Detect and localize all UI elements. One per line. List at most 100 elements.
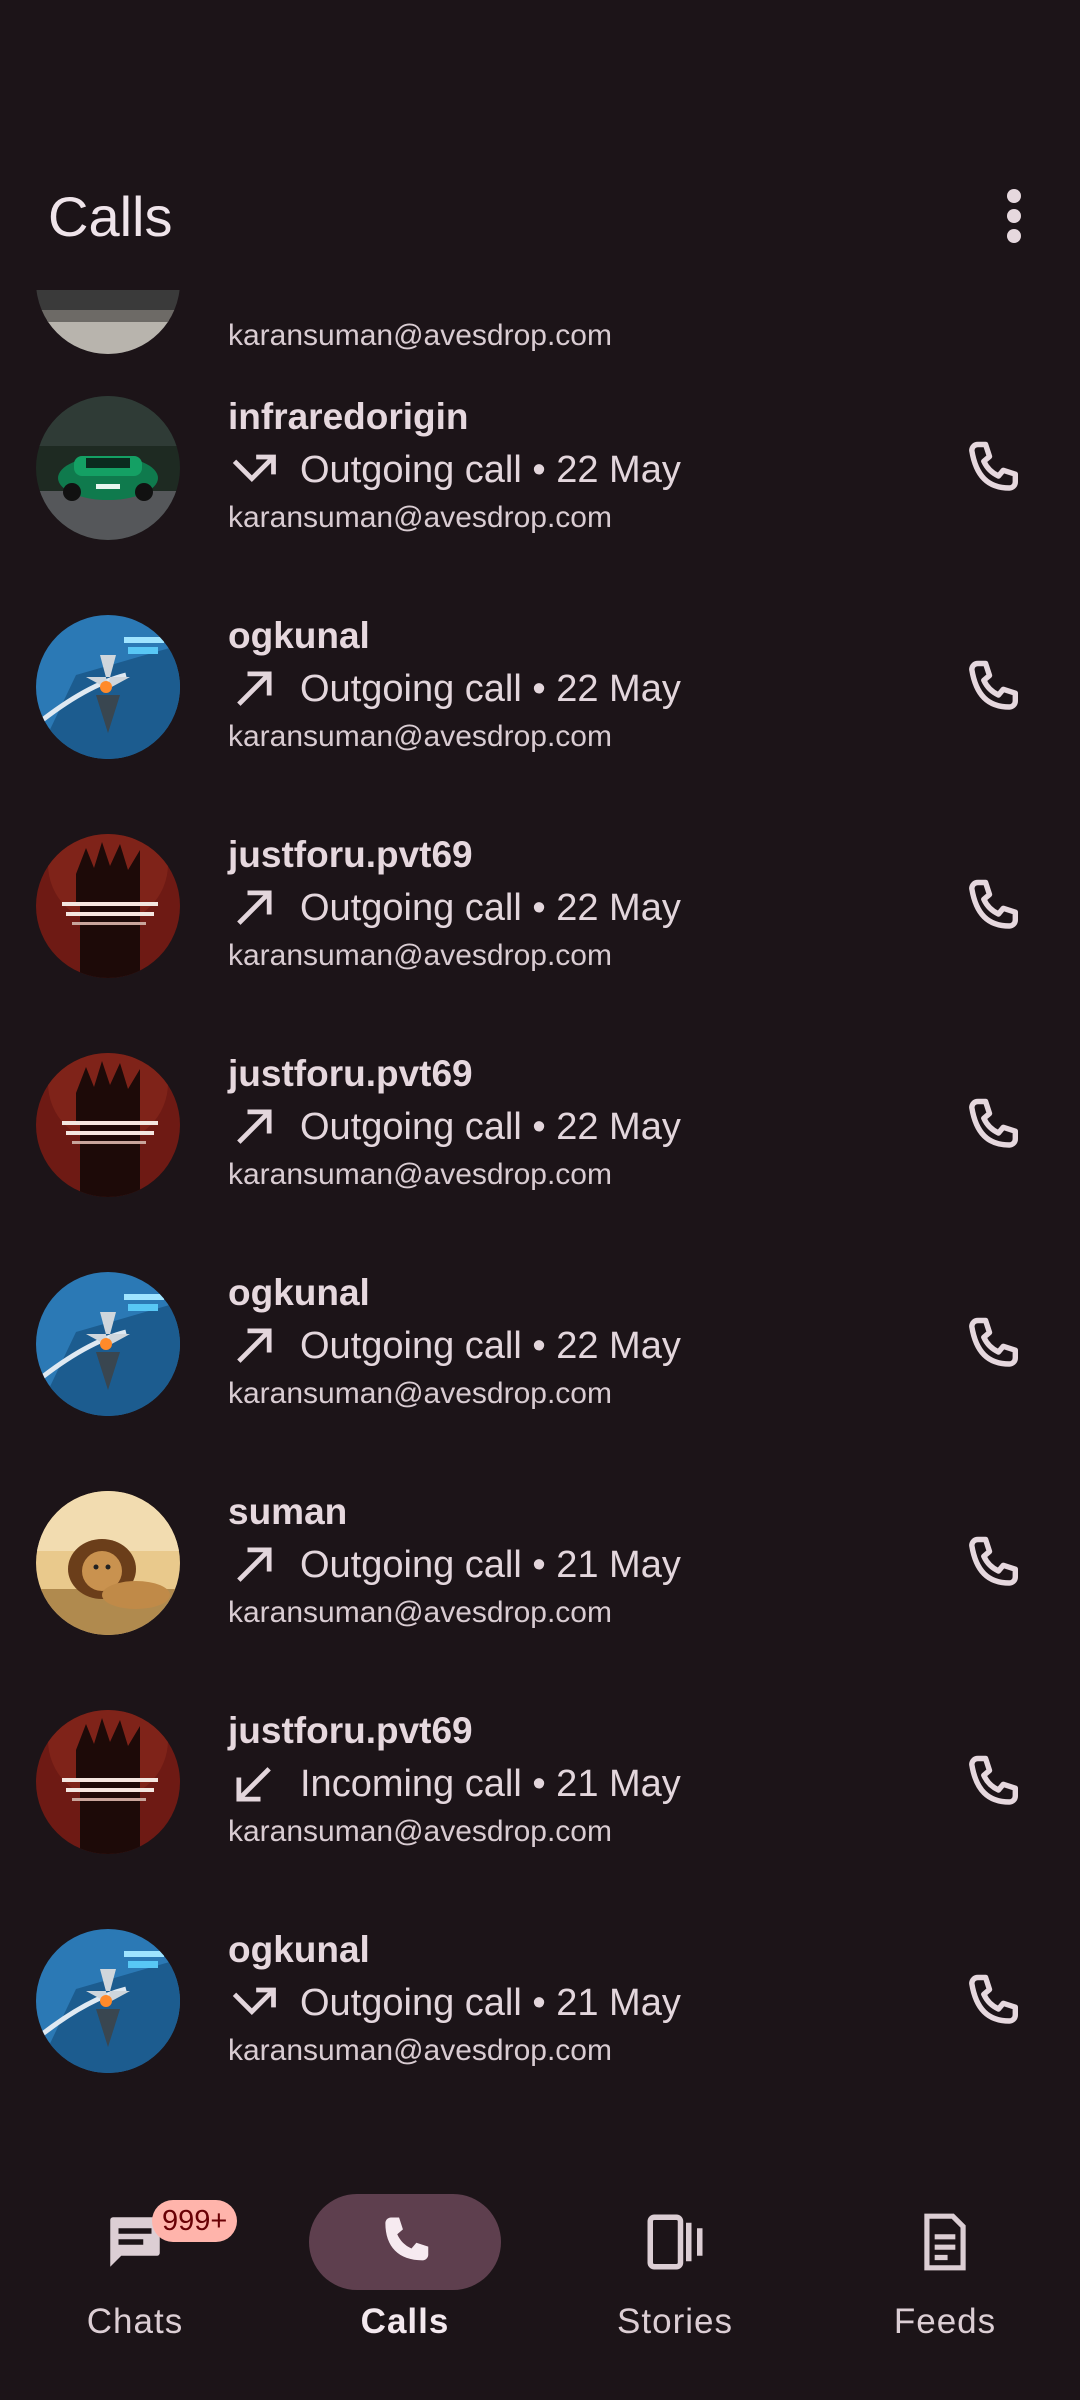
call-button[interactable]: [952, 1304, 1036, 1388]
top-app-bar: Calls: [0, 150, 1080, 290]
call-email: karansuman@avesdrop.com: [228, 1377, 612, 1410]
avatar: [36, 290, 180, 354]
avatar: [36, 834, 180, 978]
call-log-row[interactable]: justforu.pvt69 Outgoing call • 22 May ka…: [0, 1017, 1080, 1236]
call-info: justforu.pvt69 Incoming call • 21 May ka…: [228, 1708, 920, 1852]
call-button[interactable]: [952, 1742, 1036, 1826]
call-log-row[interactable]: ogkunal Outgoing call • 21 May karansuma…: [0, 1893, 1080, 2112]
outgoing-missed-call-icon: [228, 1977, 300, 2029]
contact-name: infraredorigin: [228, 396, 469, 437]
feeds-icon: [924, 2213, 966, 2271]
contact-name: ogkunal: [228, 1272, 370, 1313]
call-log-row[interactable]: justforu.pvt69 Incoming call • 21 May ka…: [0, 1674, 1080, 1893]
call-info: ogkunal Outgoing call • 21 May karansuma…: [228, 1927, 920, 2071]
incoming-call-icon: [228, 1758, 300, 1810]
calls-screen: Calls karansuman@avesdrop.com infraredor…: [0, 0, 1080, 2400]
avatar: [36, 1929, 180, 2073]
nav-label: Calls: [360, 2302, 450, 2341]
call-button[interactable]: [952, 1523, 1036, 1607]
call-button[interactable]: [952, 428, 1036, 512]
phone-icon: [958, 1748, 1030, 1820]
phone-icon: [958, 1529, 1030, 1601]
call-status: Outgoing call • 21 May: [300, 1981, 681, 2024]
contact-name: justforu.pvt69: [228, 1710, 473, 1751]
call-status: Outgoing call • 22 May: [300, 1105, 681, 1148]
more-vert-icon: [1007, 189, 1021, 243]
call-status: Outgoing call • 22 May: [300, 886, 681, 929]
outgoing-call-icon: [228, 663, 300, 715]
call-status: Outgoing call • 22 May: [300, 1324, 681, 1367]
nav-label: Stories: [617, 2302, 733, 2341]
contact-name: justforu.pvt69: [228, 1053, 473, 1094]
phone-icon: [958, 872, 1030, 944]
call-status-line: Outgoing call • 21 May: [228, 1537, 920, 1593]
contact-name: ogkunal: [228, 615, 370, 656]
call-email: karansuman@avesdrop.com: [228, 939, 612, 972]
call-status: Outgoing call • 21 May: [300, 1543, 681, 1586]
outgoing-call-icon: [228, 1539, 300, 1591]
outgoing-call-icon: [228, 882, 300, 934]
outgoing-call-icon: [228, 1101, 300, 1153]
nav-item-chats[interactable]: 999+ Chats: [0, 2150, 270, 2400]
bottom-navigation: 999+ Chats Calls Stories Feeds: [0, 2150, 1080, 2400]
phone-icon: [958, 1310, 1030, 1382]
call-button[interactable]: [952, 647, 1036, 731]
contact-name: ogkunal: [228, 1929, 370, 1970]
call-status-line: Outgoing call • 22 May: [228, 880, 920, 936]
call-log-row-partial[interactable]: karansuman@avesdrop.com: [0, 290, 1080, 360]
call-button[interactable]: [952, 866, 1036, 950]
outgoing-missed-call-icon: [228, 444, 300, 496]
nav-item-calls[interactable]: Calls: [270, 2150, 540, 2400]
call-info: justforu.pvt69 Outgoing call • 22 May ka…: [228, 832, 920, 976]
nav-item-stories[interactable]: Stories: [540, 2150, 810, 2400]
avatar: [36, 396, 180, 540]
nav-icon-container: [579, 2194, 771, 2290]
call-email: karansuman@avesdrop.com: [228, 319, 612, 352]
outgoing-call-icon: [228, 1320, 300, 1372]
call-log-row[interactable]: justforu.pvt69 Outgoing call • 22 May ka…: [0, 798, 1080, 1017]
avatar: [36, 1272, 180, 1416]
avatar: [36, 1491, 180, 1635]
nav-icon-container: [849, 2194, 1041, 2290]
call-info: ogkunal Outgoing call • 22 May karansuma…: [228, 613, 920, 757]
nav-icon-container: [309, 2194, 501, 2290]
call-info: suman Outgoing call • 21 May karansuman@…: [228, 1489, 920, 1633]
call-status: Outgoing call • 22 May: [300, 448, 681, 491]
phone-icon: [958, 1967, 1030, 2039]
nav-item-feeds[interactable]: Feeds: [810, 2150, 1080, 2400]
call-email: karansuman@avesdrop.com: [228, 1158, 612, 1191]
phone-icon: [385, 2217, 429, 2261]
more-options-button[interactable]: [978, 180, 1050, 252]
call-button[interactable]: [952, 1085, 1036, 1169]
call-log-row[interactable]: ogkunal Outgoing call • 22 May karansuma…: [0, 1236, 1080, 1455]
call-status-line: Outgoing call • 22 May: [228, 1099, 920, 1155]
stories-icon: [647, 2214, 703, 2270]
phone-icon: [958, 434, 1030, 506]
call-status-line: Incoming call • 21 May: [228, 1756, 920, 1812]
phone-icon: [958, 1091, 1030, 1163]
call-info: ogkunal Outgoing call • 22 May karansuma…: [228, 1270, 920, 1414]
call-log-row[interactable]: ogkunal Outgoing call • 22 May karansuma…: [0, 579, 1080, 798]
avatar: [36, 615, 180, 759]
avatar: [36, 1053, 180, 1197]
call-email: karansuman@avesdrop.com: [228, 2034, 612, 2067]
call-status-line: Outgoing call • 21 May: [228, 1975, 920, 2031]
call-log-row[interactable]: suman Outgoing call • 21 May karansuman@…: [0, 1455, 1080, 1674]
unread-badge: 999+: [152, 2200, 238, 2242]
call-button[interactable]: [952, 1961, 1036, 2045]
nav-label: Chats: [86, 2302, 184, 2341]
call-log-list[interactable]: karansuman@avesdrop.com infraredorigin O…: [0, 290, 1080, 2150]
contact-name: suman: [228, 1491, 348, 1532]
call-email: karansuman@avesdrop.com: [228, 720, 612, 753]
call-email: karansuman@avesdrop.com: [228, 501, 612, 534]
call-info: justforu.pvt69 Outgoing call • 22 May ka…: [228, 1051, 920, 1195]
call-email: karansuman@avesdrop.com: [228, 1815, 612, 1848]
call-status-line: Outgoing call • 22 May: [228, 442, 920, 498]
call-info: infraredorigin Outgoing call • 22 May ka…: [228, 394, 920, 538]
contact-name: justforu.pvt69: [228, 834, 473, 875]
call-email: karansuman@avesdrop.com: [228, 1596, 612, 1629]
call-status: Incoming call • 21 May: [300, 1762, 681, 1805]
call-log-row[interactable]: infraredorigin Outgoing call • 22 May ka…: [0, 360, 1080, 579]
call-status-line: Outgoing call • 22 May: [228, 661, 920, 717]
avatar: [36, 1710, 180, 1854]
